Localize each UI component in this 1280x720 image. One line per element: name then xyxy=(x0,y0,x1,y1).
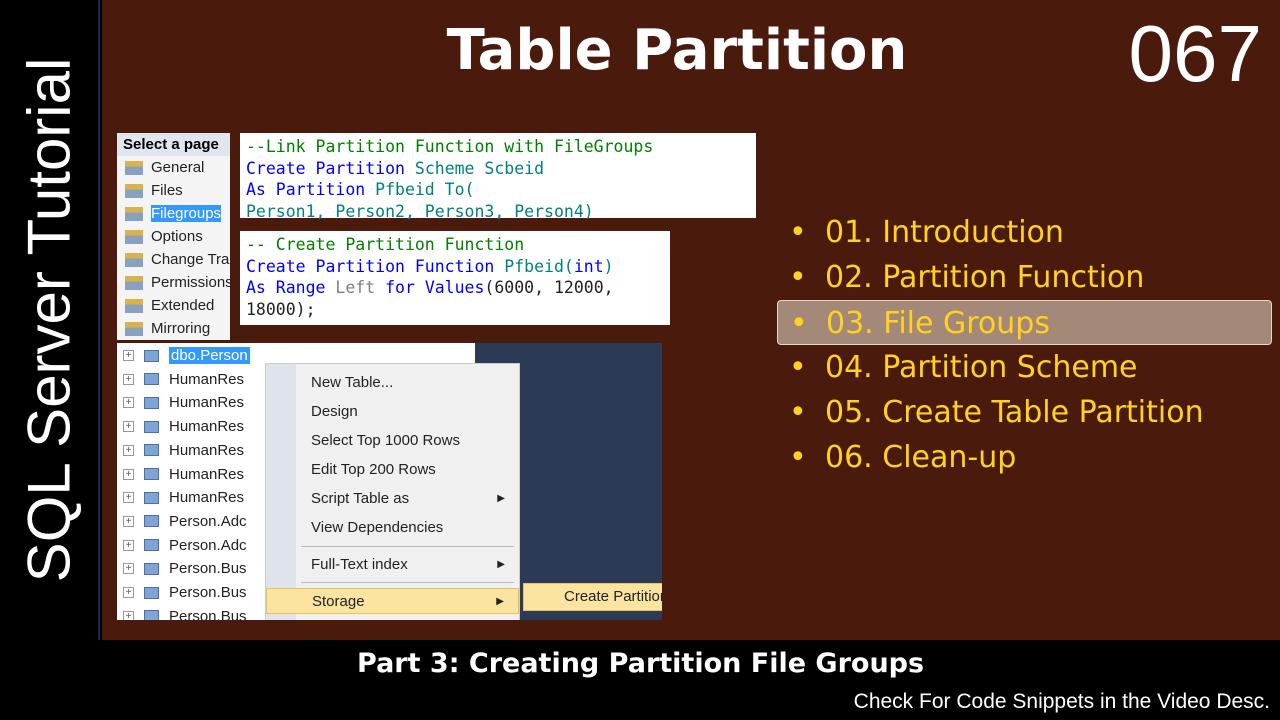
tree-node[interactable]: + HumanRes xyxy=(123,442,244,459)
tree-node[interactable]: + HumanRes xyxy=(123,394,244,411)
tree-node-label: dbo.Person xyxy=(169,347,250,364)
tree-node-label: HumanRes xyxy=(169,489,245,507)
select-page-panel: Select a page General Files Filegroups O… xyxy=(117,133,230,340)
table-icon xyxy=(144,420,159,433)
menu-separator xyxy=(301,546,514,547)
agenda-item: 04. Partition Scheme xyxy=(777,345,1272,390)
menu-item-edit-top[interactable]: Edit Top 200 Rows xyxy=(266,457,519,483)
tree-node[interactable]: + HumanRes xyxy=(123,418,244,435)
side-title: SQL Server Tutorial xyxy=(15,57,83,583)
page-item[interactable]: Files xyxy=(117,179,230,202)
slide: Table Partition 067 Select a page Genera… xyxy=(102,0,1280,640)
menu-item-fulltext-index[interactable]: Full-Text index ▶ xyxy=(266,552,519,578)
menu-item-script-table[interactable]: Script Table as ▶ xyxy=(266,486,519,512)
menu-item-new-table[interactable]: New Table... xyxy=(266,370,519,396)
part-subtitle: Part 3: Creating Partition File Groups xyxy=(357,648,925,679)
table-icon xyxy=(144,586,159,599)
page-item[interactable]: Options xyxy=(117,225,230,248)
table-icon xyxy=(144,562,159,575)
expand-icon[interactable]: + xyxy=(123,587,134,598)
menu-item-view-dependencies[interactable]: View Dependencies xyxy=(266,515,519,541)
table-icon xyxy=(144,444,159,457)
page-item[interactable]: Mirroring xyxy=(117,317,230,340)
tree-node-label: HumanRes xyxy=(169,465,245,483)
tree-node-label: Person.Adc xyxy=(169,512,247,530)
tree-node[interactable]: + Person.Adc xyxy=(123,513,247,530)
expand-icon[interactable]: + xyxy=(123,397,134,409)
chevron-right-icon: ▶ xyxy=(497,493,505,504)
episode-number: 067 xyxy=(1128,9,1262,98)
agenda-item: 02. Partition Function xyxy=(777,255,1272,300)
agenda-list: 01. Introduction02. Partition Function03… xyxy=(777,210,1272,480)
page-icon xyxy=(125,160,143,175)
tree-node[interactable]: + Person.Bus xyxy=(123,560,247,577)
menu-item-storage[interactable]: Storage ▶ xyxy=(266,588,519,614)
menu-separator xyxy=(301,582,514,583)
page-item[interactable]: Extended xyxy=(117,294,230,317)
tree-node-label: HumanRes xyxy=(169,370,245,388)
agenda-item: 01. Introduction xyxy=(777,210,1272,255)
panel-header: Select a page xyxy=(117,133,230,156)
tree-node[interactable]: + HumanRes xyxy=(123,371,244,388)
tree-node[interactable]: + HumanRes xyxy=(123,489,244,506)
code-snippet-function: -- Create Partition Function Create Part… xyxy=(240,231,670,325)
expand-icon[interactable]: + xyxy=(123,539,134,551)
page-item-selected[interactable]: Filegroups xyxy=(117,202,230,225)
tree-node[interactable]: + Person.Bus xyxy=(123,608,247,620)
tree-node-label: HumanRes xyxy=(169,441,245,459)
tree-node-label: Person.Bus xyxy=(169,584,247,601)
menu-item-select-top[interactable]: Select Top 1000 Rows xyxy=(266,428,519,454)
tree-node[interactable]: + dbo.Person xyxy=(123,347,250,364)
code-snippet-scheme: --Link Partition Function with FileGroup… xyxy=(240,133,756,221)
table-icon xyxy=(144,373,159,386)
table-icon xyxy=(144,396,159,409)
page-icon xyxy=(125,252,143,267)
table-icon xyxy=(144,349,159,362)
tree-node-label: HumanRes xyxy=(169,418,245,436)
description-note: Check For Code Snippets in the Video Des… xyxy=(853,690,1270,713)
expand-icon[interactable]: + xyxy=(123,373,134,385)
tree-node[interactable]: + Person.Adc xyxy=(123,537,247,554)
page-icon xyxy=(125,206,143,221)
page-icon xyxy=(125,183,143,198)
table-icon xyxy=(144,610,159,620)
table-icon xyxy=(144,491,159,504)
page-icon xyxy=(125,229,143,244)
agenda-item: 06. Clean-up xyxy=(777,435,1272,480)
page-item[interactable]: Change Tracking xyxy=(117,248,230,271)
page-icon xyxy=(125,275,143,290)
expand-icon[interactable]: + xyxy=(123,468,134,480)
expand-icon[interactable]: + xyxy=(123,350,134,361)
submenu-create-partition[interactable]: Create Partition xyxy=(523,583,662,611)
chevron-right-icon: ▶ xyxy=(496,596,504,607)
page-item[interactable]: General xyxy=(117,156,230,179)
object-explorer-tree: + dbo.Person + HumanRes + HumanRes + HumanRes + H… xyxy=(117,343,662,620)
table-icon xyxy=(144,539,159,552)
tree-node[interactable]: + Person.Bus xyxy=(123,584,247,601)
expand-icon[interactable]: + xyxy=(123,421,134,433)
tree-node-label: Person.Bus xyxy=(169,607,247,620)
slide-title: Table Partition xyxy=(446,18,908,83)
side-banner: SQL Server Tutorial xyxy=(0,0,100,640)
context-menu: New Table... Design Select Top 1000 Rows… xyxy=(265,363,520,620)
tree-node-label: Person.Bus xyxy=(169,560,247,578)
table-icon xyxy=(144,515,159,528)
chevron-right-icon: ▶ xyxy=(497,559,505,570)
agenda-item: 05. Create Table Partition xyxy=(777,390,1272,435)
expand-icon[interactable]: + xyxy=(123,515,134,527)
page-item[interactable]: Permissions xyxy=(117,271,230,294)
expand-icon[interactable]: + xyxy=(123,610,134,620)
expand-icon[interactable]: + xyxy=(123,563,134,575)
page-icon xyxy=(125,298,143,313)
table-icon xyxy=(144,468,159,480)
page-icon xyxy=(125,321,143,336)
tree-node-label: HumanRes xyxy=(169,394,245,412)
expand-icon[interactable]: + xyxy=(123,492,134,504)
agenda-item: 03. File Groups xyxy=(777,300,1272,346)
tree-node[interactable]: + HumanRes xyxy=(123,466,244,483)
expand-icon[interactable]: + xyxy=(123,444,134,456)
tree-node-label: Person.Adc xyxy=(169,536,247,554)
menu-item-design[interactable]: Design xyxy=(266,399,519,425)
